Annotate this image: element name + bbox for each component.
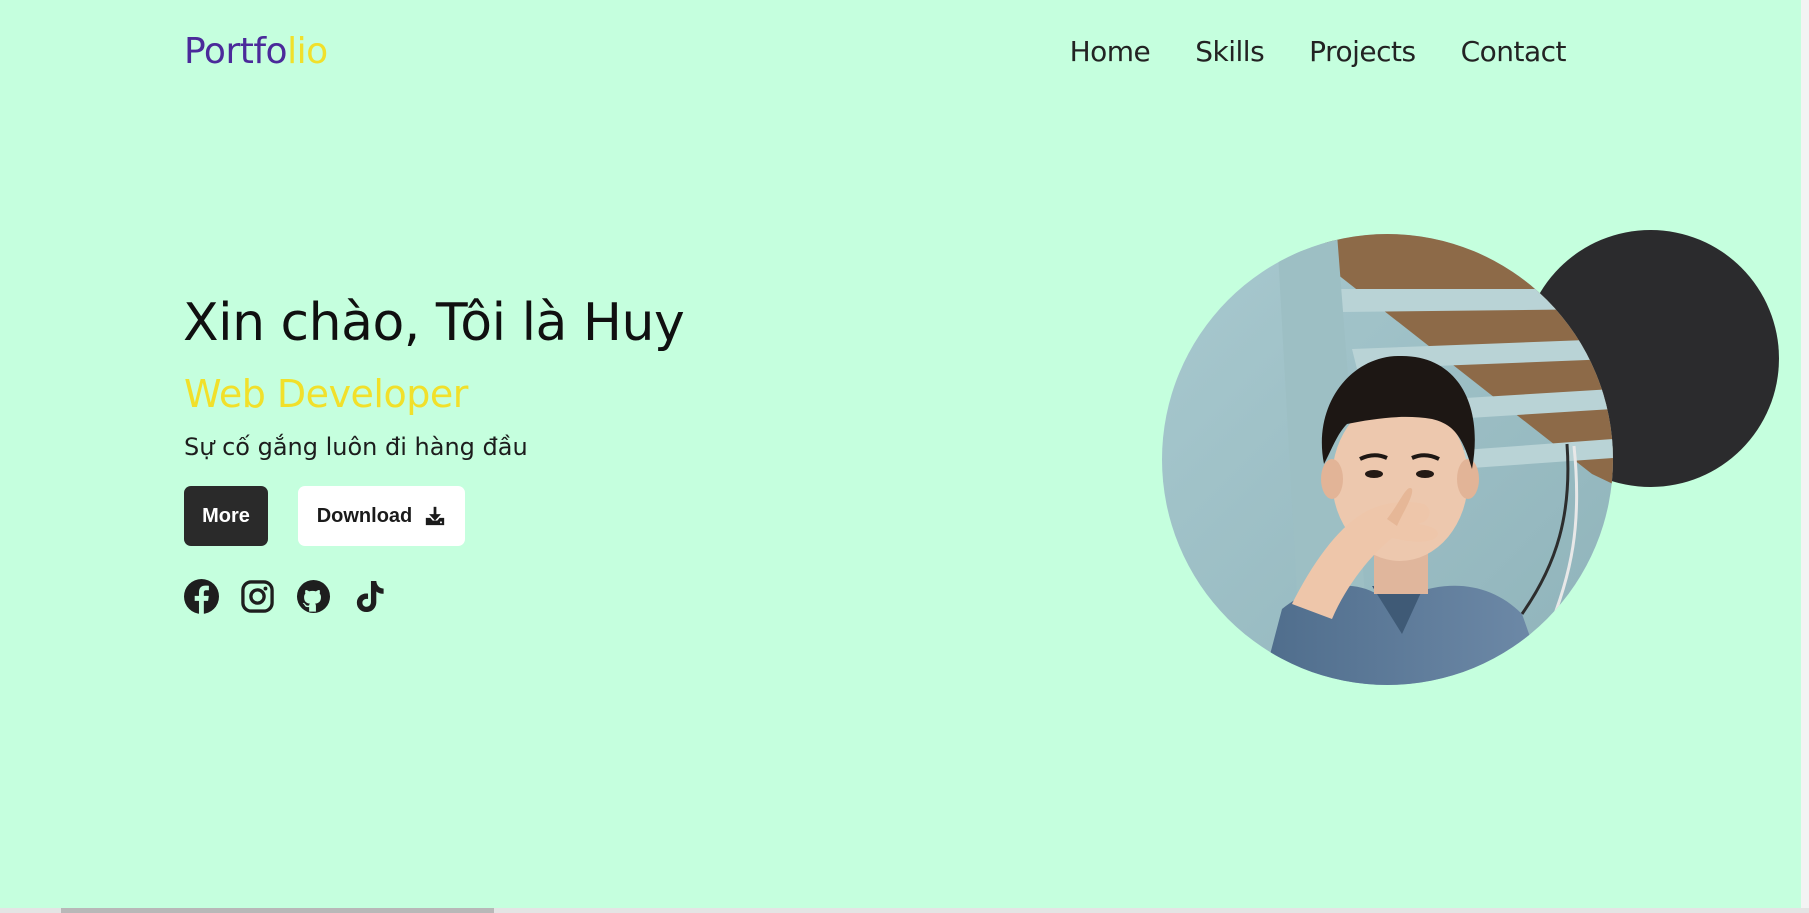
nav-projects[interactable]: Projects: [1309, 32, 1416, 72]
tagline: Sự cố gắng luôn đi hàng đầu: [184, 433, 528, 461]
scrollbar-thumb[interactable]: [61, 908, 494, 913]
logo-main: Portfo: [184, 31, 288, 72]
instagram-icon[interactable]: [240, 579, 275, 614]
nav-contact[interactable]: Contact: [1461, 32, 1567, 72]
nav-home[interactable]: Home: [1070, 32, 1151, 72]
greeting-heading: Xin chào, Tôi là Huy: [183, 293, 685, 353]
logo-accent: lio: [287, 31, 328, 72]
more-button[interactable]: More: [184, 486, 268, 546]
role-title: Web Developer: [184, 372, 468, 416]
window-edge: [1801, 0, 1809, 913]
logo[interactable]: Portfolio: [184, 28, 328, 76]
facebook-icon[interactable]: [184, 579, 219, 614]
more-button-label: More: [202, 504, 250, 527]
nav-skills[interactable]: Skills: [1195, 32, 1264, 72]
main-nav: Home Skills Projects Contact: [1070, 32, 1567, 72]
download-icon: [424, 505, 446, 527]
download-button[interactable]: Download: [298, 486, 465, 546]
social-links: [184, 579, 387, 614]
page: Portfolio Home Skills Projects Contact X…: [0, 0, 1809, 913]
profile-photo: [1162, 234, 1613, 685]
github-icon[interactable]: [296, 579, 331, 614]
tiktok-icon[interactable]: [352, 579, 387, 614]
download-button-label: Download: [316, 504, 413, 527]
hero-section: Portfolio Home Skills Projects Contact X…: [0, 0, 1809, 913]
